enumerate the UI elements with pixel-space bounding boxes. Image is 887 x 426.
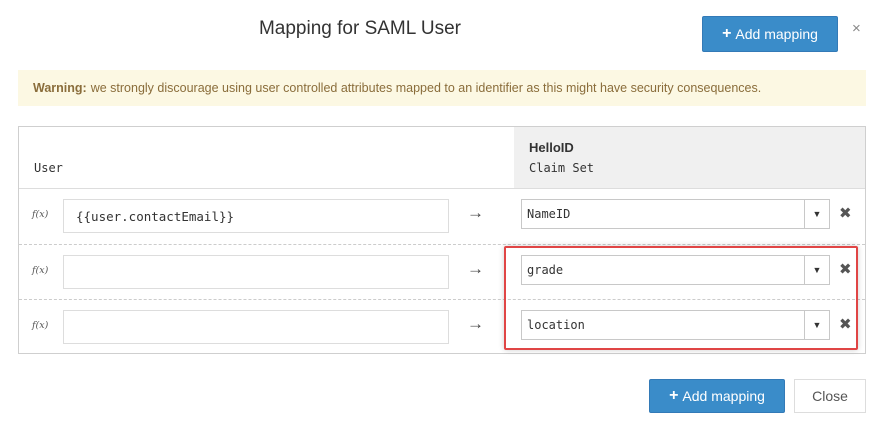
modal-title: Mapping for SAML User [258, 18, 462, 39]
arrow-right-icon: → [467, 314, 484, 333]
add-mapping-label: Add mapping [735, 26, 818, 42]
plus-icon: + [722, 25, 732, 42]
add-mapping-button-top[interactable]: + Add mapping [702, 16, 838, 52]
mapping-row: f(x) → NameID ▼ ✖ [19, 189, 865, 243]
caret-down-icon[interactable]: ▼ [804, 200, 829, 228]
user-column-header: User [34, 161, 63, 175]
warning-alert: Warning: we strongly discourage using us… [18, 70, 866, 106]
user-attribute-input[interactable] [63, 255, 449, 289]
mapping-modal: Mapping for SAML User + Add mapping × Wa… [0, 0, 887, 426]
claim-select-value: NameID [527, 207, 571, 221]
claim-select[interactable]: NameID ▼ [521, 199, 830, 229]
close-icon[interactable]: × [852, 20, 861, 37]
warning-label: Warning: [33, 81, 87, 95]
remove-icon[interactable]: ✖ [839, 204, 852, 222]
close-button[interactable]: Close [794, 379, 866, 413]
warning-text: we strongly discourage using user contro… [90, 81, 762, 95]
function-icon[interactable]: f(x) [32, 209, 48, 220]
arrow-right-icon: → [467, 259, 484, 278]
claim-header-title: HelloID [529, 140, 574, 155]
add-mapping-button-bottom[interactable]: + Add mapping [649, 379, 785, 413]
plus-icon: + [669, 387, 679, 404]
user-attribute-input[interactable] [63, 310, 449, 344]
add-mapping-label: Add mapping [682, 388, 765, 404]
function-icon[interactable]: f(x) [32, 265, 48, 276]
claim-column-header: HelloID Claim Set [514, 127, 865, 188]
highlight-box [504, 246, 858, 350]
user-attribute-input[interactable] [63, 199, 449, 233]
claim-header-subtitle: Claim Set [529, 161, 595, 175]
arrow-right-icon: → [467, 203, 484, 222]
function-icon[interactable]: f(x) [32, 320, 48, 331]
